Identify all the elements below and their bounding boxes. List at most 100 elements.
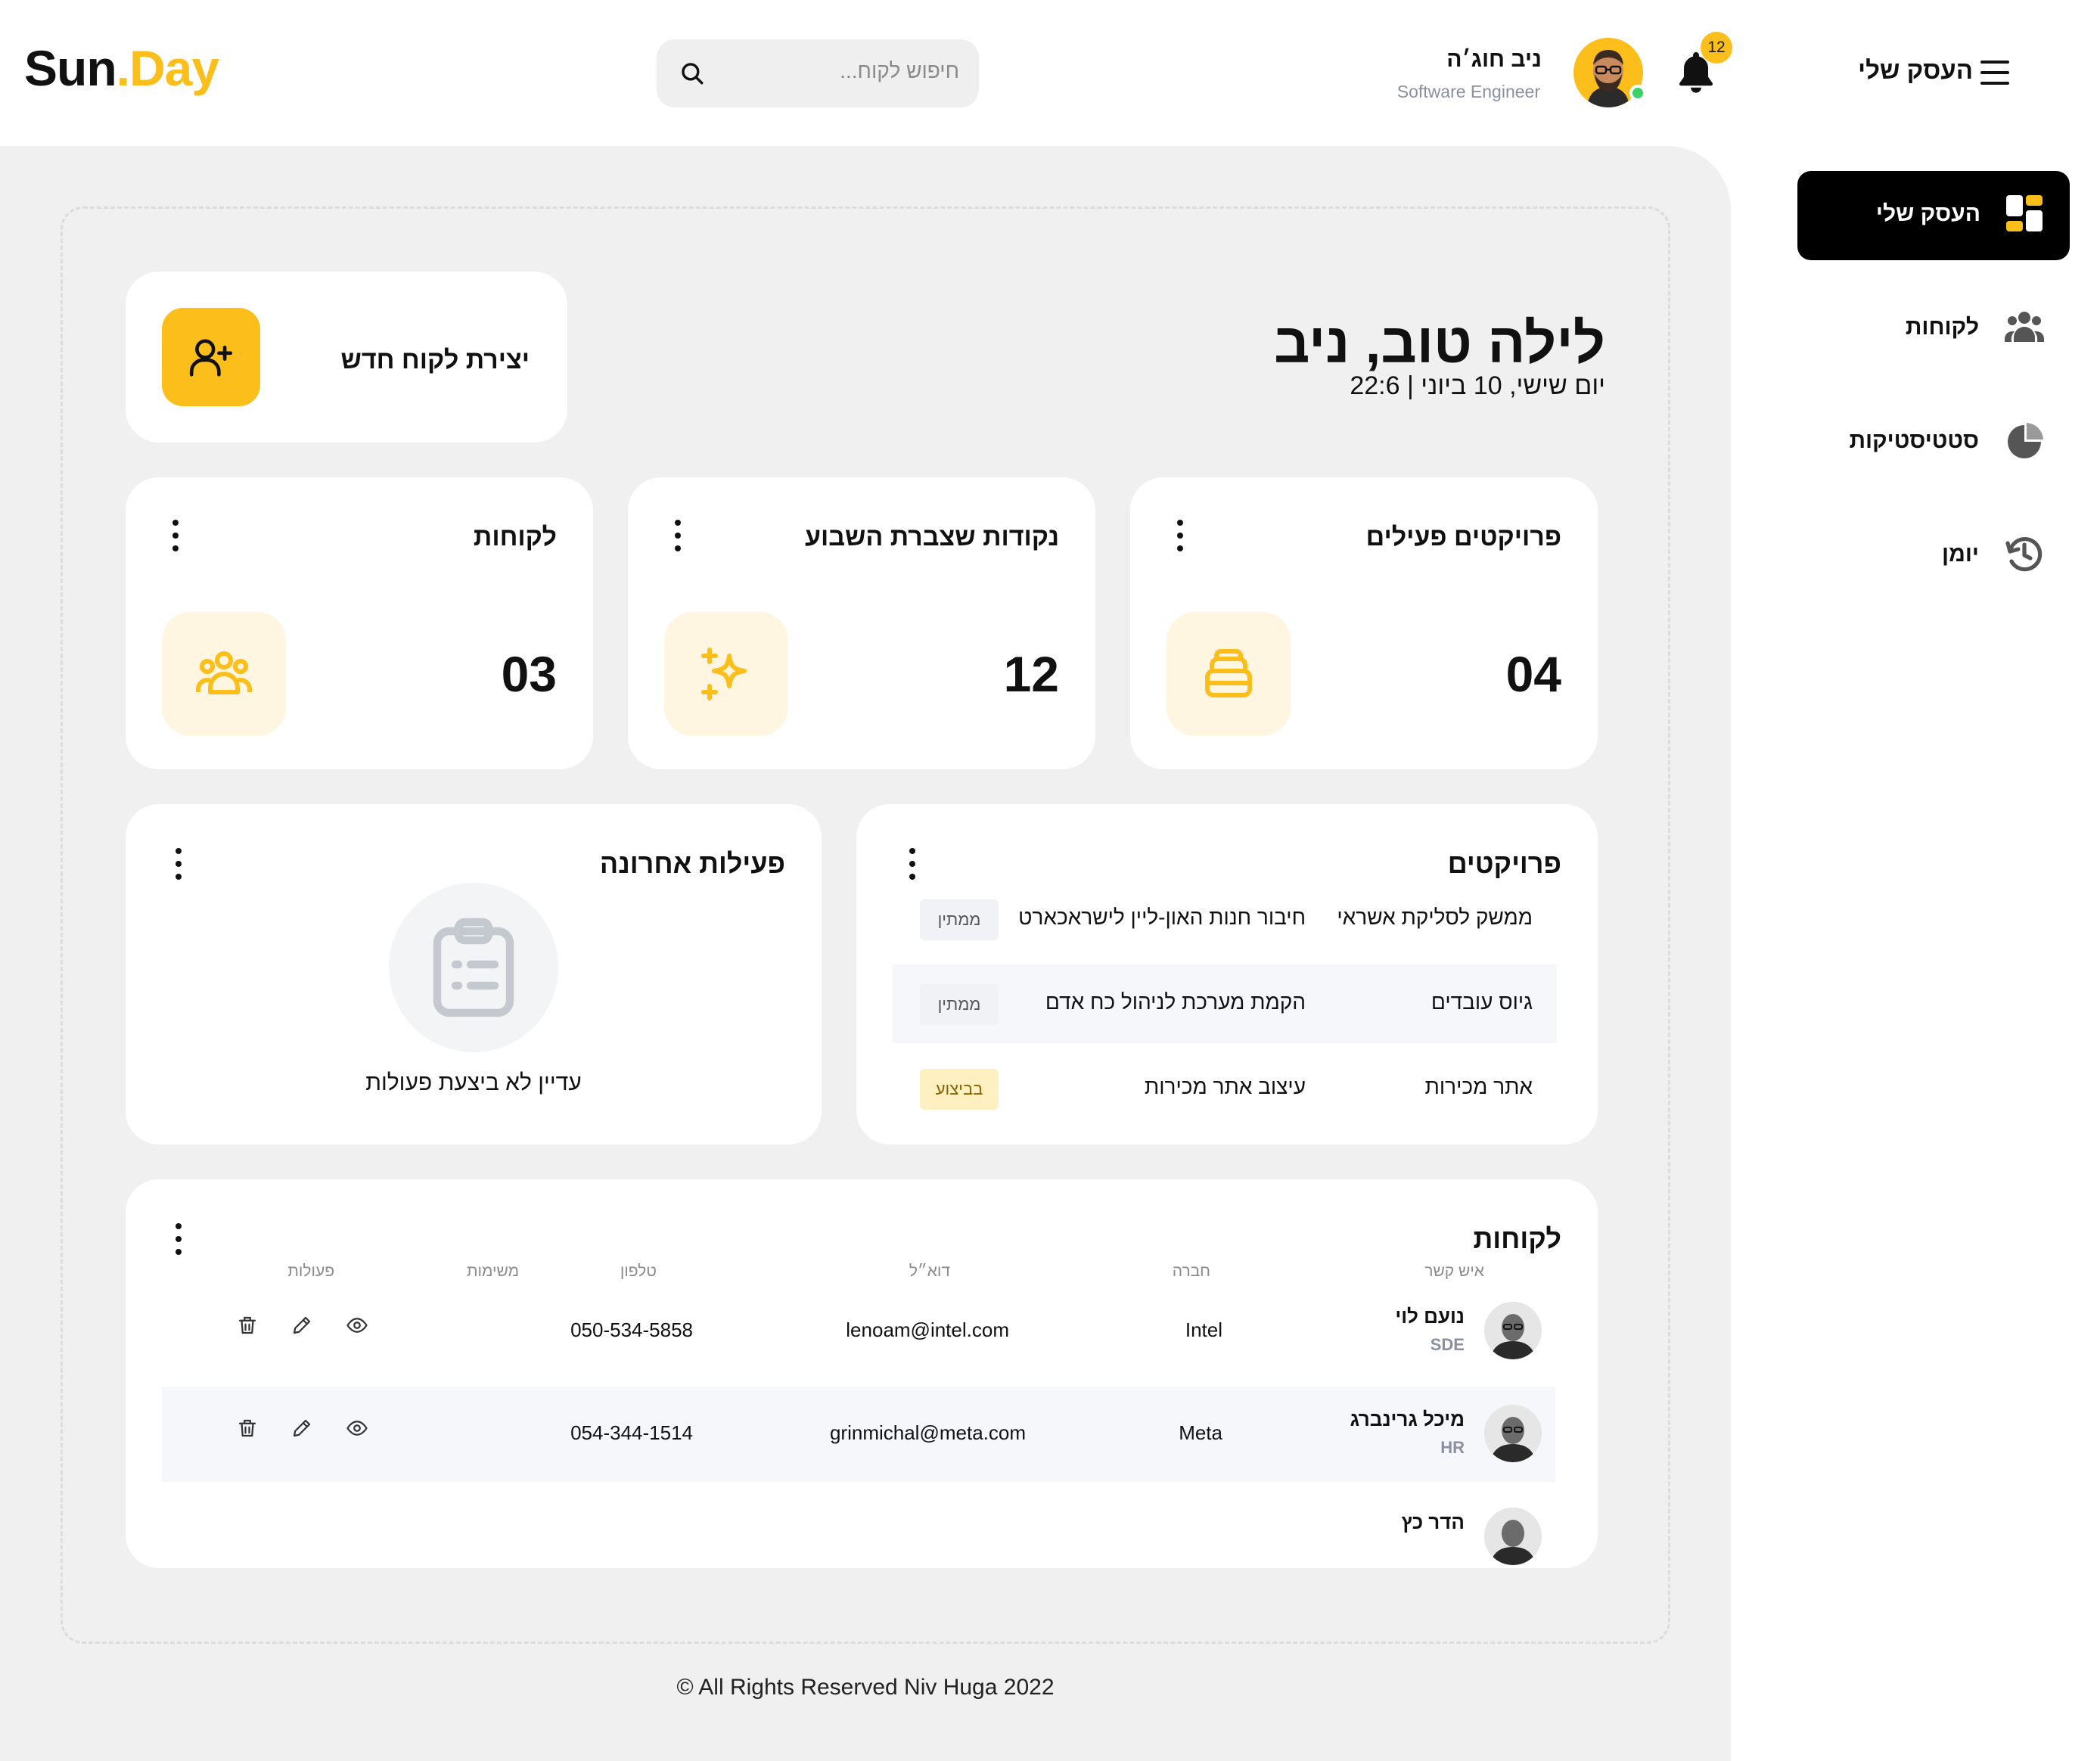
contact-role: SDE: [1430, 1335, 1465, 1354]
contact-name: הדר כץ: [1401, 1511, 1465, 1533]
history-icon: [2005, 537, 2043, 572]
project-row[interactable]: ממשק לסליקת אשראי חיבור חנות האון-ליין ל…: [893, 880, 1557, 958]
edit-icon[interactable]: [290, 1417, 319, 1447]
stat-value: 04: [1505, 646, 1561, 702]
clients-table-card: לקוחות איש קשר חברה דוא״ל טלפון משימות פ…: [126, 1179, 1598, 1568]
logo-dot: .: [116, 40, 130, 96]
greeting-date: יום שישי, 10 ביוני | 22:6: [1350, 371, 1605, 400]
user-name: ניב חוג׳ה: [1446, 47, 1542, 72]
sparkles-icon: [701, 648, 747, 700]
row-actions: [236, 1314, 387, 1344]
project-name: עיצוב אתר מכירות: [1144, 1075, 1306, 1098]
status-badge: ממתין: [920, 899, 999, 940]
activity-title: פעילות אחרונה: [599, 848, 785, 879]
stat-icon-box: [664, 612, 788, 736]
stat-icon-box: [162, 612, 286, 736]
project-name: הקמת מערכת לניהול כח אדם: [1045, 990, 1306, 1014]
stat-icon-box: [1166, 612, 1291, 736]
status-badge: בביצוע: [920, 1069, 999, 1110]
column-header-tasks: משימות: [467, 1263, 519, 1280]
dashboard-icon: [2006, 195, 2043, 231]
column-header-email: דוא״ל: [909, 1263, 950, 1280]
company-cell: Meta: [1179, 1421, 1222, 1444]
stat-card-weekly-points: נקודות שצברת השבוע 12: [628, 477, 1095, 769]
sidebar-item-label: יומן: [1942, 542, 1979, 567]
more-options-icon[interactable]: [176, 848, 183, 881]
notifications-badge: 12: [1701, 32, 1732, 64]
row-actions: [236, 1417, 387, 1447]
project-row[interactable]: גיוס עובדים הקמת מערכת לניהול כח אדם ממת…: [893, 964, 1557, 1043]
stat-title: נקודות שצברת השבוע: [804, 523, 1059, 551]
edit-icon[interactable]: [290, 1314, 319, 1344]
menu-title: העסק שלי: [1858, 56, 1973, 84]
project-row[interactable]: אתר מכירות עיצוב אתר מכירות בביצוע: [893, 1049, 1557, 1128]
project-client: ממשק לסליקת אשראי: [1337, 905, 1533, 929]
column-header-contact: איש קשר: [1424, 1263, 1484, 1280]
stat-title: לקוחות: [473, 523, 557, 551]
user-role: Software Engineer: [1396, 82, 1540, 101]
status-badge: ממתין: [920, 984, 999, 1025]
stat-value: 03: [501, 646, 557, 702]
sidebar-item-statistics[interactable]: סטטיסטיקות: [1797, 398, 2070, 487]
contact-name: נועם לוי: [1395, 1305, 1465, 1328]
more-options-icon[interactable]: [675, 520, 682, 553]
sidebar-item-label: סטטיסטיקות: [1849, 428, 1979, 453]
search-input[interactable]: חיפוש לקוח...: [657, 39, 979, 107]
column-header-phone: טלפון: [620, 1263, 657, 1280]
search-placeholder: חיפוש לקוח...: [840, 59, 959, 82]
trash-icon[interactable]: [236, 1417, 265, 1447]
footer-copyright: © All Rights Reserved Niv Huga 2022: [676, 1675, 1055, 1700]
email-cell: grinmichal@meta.com: [829, 1421, 1026, 1444]
sidebar-item-label: לקוחות: [1905, 315, 1979, 340]
stat-card-clients: לקוחות 03: [126, 477, 593, 769]
sidebar-item-business[interactable]: העסק שלי: [1797, 171, 2070, 260]
trash-icon[interactable]: [236, 1314, 265, 1344]
email-cell: lenoam@intel.com: [846, 1318, 1009, 1341]
logo[interactable]: Sun.Day: [24, 38, 219, 98]
contact-name: מיכל גרינברג: [1350, 1408, 1465, 1430]
projects-title: פרויקטים: [1447, 848, 1561, 879]
contact-avatar: [1484, 1508, 1542, 1565]
more-options-icon[interactable]: [909, 848, 917, 881]
users-icon: [2005, 312, 2044, 342]
new-client-card[interactable]: יצירת לקוח חדש: [126, 272, 567, 443]
user-plus-icon: [189, 339, 233, 377]
greeting-title: לילה טוב, ניב: [1274, 312, 1605, 374]
stat-title: פרויקטים פעילים: [1365, 523, 1561, 551]
search-icon: [682, 63, 704, 85]
projects-card: פרויקטים ממשק לסליקת אשראי חיבור חנות הא…: [856, 804, 1598, 1144]
project-client: אתר מכירות: [1424, 1075, 1533, 1098]
table-row[interactable]: הדר כץ: [162, 1489, 1555, 1568]
recent-activity-card: פעילות אחרונה עדיין לא ביצעת פעולות: [126, 804, 822, 1144]
stack-icon: [1205, 649, 1252, 697]
project-client: גיוס עובדים: [1431, 990, 1533, 1014]
online-status-dot: [1629, 85, 1646, 101]
phone-cell: 054-344-1514: [570, 1421, 693, 1444]
project-name: חיבור חנות האון-ליין לישראכארט: [1018, 905, 1306, 929]
hamburger-menu-icon[interactable]: [1980, 61, 2009, 85]
empty-state-illustration: [389, 883, 558, 1052]
view-icon[interactable]: [345, 1314, 374, 1344]
logo-sun: Sun: [24, 40, 117, 96]
group-icon: [196, 651, 252, 694]
view-icon[interactable]: [345, 1417, 374, 1447]
contact-role: HR: [1440, 1438, 1465, 1457]
stat-card-active-projects: פרויקטים פעילים 04: [1130, 477, 1598, 769]
table-row[interactable]: נועם לוי SDE Intel lenoam@intel.com 050-…: [162, 1284, 1555, 1379]
table-row[interactable]: מיכל גרינברג HR Meta grinmichal@meta.com…: [162, 1387, 1555, 1482]
more-options-icon[interactable]: [176, 1223, 183, 1256]
column-header-actions: פעולות: [287, 1263, 334, 1280]
logo-day: Day: [129, 40, 219, 96]
clipboard-list-icon: [433, 918, 514, 1017]
more-options-icon[interactable]: [1177, 520, 1185, 553]
pie-chart-icon: [2008, 423, 2043, 458]
contact-avatar: [1484, 1302, 1542, 1359]
company-cell: Intel: [1185, 1318, 1222, 1341]
new-client-label: יצירת לקוח חדש: [340, 346, 530, 374]
sidebar-item-clients[interactable]: לקוחות: [1797, 284, 2070, 374]
empty-state-text: עדיין לא ביצעת פעולות: [365, 1070, 582, 1095]
sidebar-item-journal[interactable]: יומן: [1797, 511, 2070, 601]
stat-value: 12: [1003, 646, 1059, 702]
add-client-button[interactable]: [162, 308, 260, 406]
more-options-icon[interactable]: [172, 520, 180, 553]
